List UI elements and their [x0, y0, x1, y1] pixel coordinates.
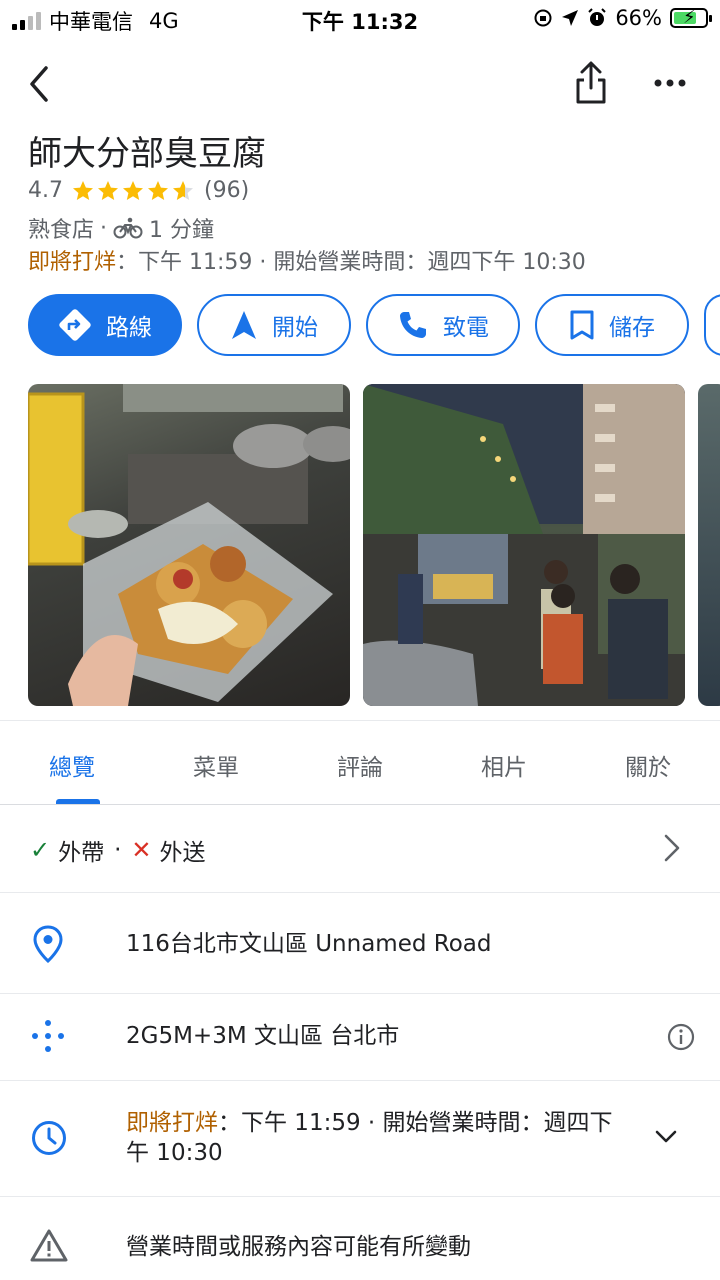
directions-button[interactable]: 路線: [28, 294, 182, 356]
save-button[interactable]: 儲存: [535, 294, 689, 356]
action-buttons: 路線 開始 致電 儲存: [28, 294, 720, 356]
star-icon: [73, 180, 93, 200]
hours-summary[interactable]: 即將打烊：下午 11:59 · 開始營業時間：週四下午 10:30: [28, 244, 586, 276]
chevron-right-icon[interactable]: [662, 832, 682, 864]
travel-time: 1 分鐘: [149, 218, 215, 243]
plus-code-icon: [32, 1020, 64, 1052]
divider: [0, 804, 720, 805]
star-icon: [123, 180, 143, 200]
battery-percent: 66%: [615, 6, 662, 30]
warning-icon: [30, 1229, 68, 1262]
notice-text: 營業時間或服務內容可能有所變動: [126, 1234, 471, 1260]
divider: [0, 1080, 720, 1081]
back-arrow-icon[interactable]: [24, 62, 56, 106]
star-icon: [98, 180, 118, 200]
call-label: 致電: [443, 315, 489, 341]
call-button[interactable]: 致電: [366, 294, 520, 356]
hours-line2: 午 10:30: [126, 1140, 223, 1166]
share-icon[interactable]: [570, 60, 612, 106]
navigation-arrow-icon: [232, 311, 256, 339]
star-icon: [148, 180, 168, 200]
category-row: 熟食店 · 1 分鐘: [28, 212, 214, 244]
tab-about[interactable]: 關於: [576, 740, 720, 804]
divider: [0, 892, 720, 893]
service-options-row[interactable]: ✓ 外帶 · ✕ 外送: [0, 830, 720, 870]
tab-reviews[interactable]: 評論: [288, 740, 432, 804]
chevron-down-icon[interactable]: [654, 1128, 678, 1146]
hours-detail: ：下午 11:59 · 開始營業時間：週四下午 10:30: [116, 250, 586, 275]
photo-night-stall[interactable]: [363, 384, 685, 706]
plus-code-text[interactable]: 2G5M+3M 文山區 台北市: [126, 1021, 399, 1051]
tab-menu[interactable]: 菜單: [144, 740, 288, 804]
cross-icon: ✕: [131, 836, 152, 864]
hours-status: 即將打烊: [126, 1110, 218, 1136]
star-rating: [71, 179, 196, 203]
check-icon: ✓: [30, 836, 51, 864]
address-text[interactable]: 116台北市文山區 Unnamed Road: [126, 929, 491, 959]
rating-value: 4.7: [28, 178, 63, 203]
alarm-icon: [588, 8, 607, 26]
delivery-label: 外送: [159, 840, 206, 866]
location-arrow-icon: [562, 10, 579, 26]
status-bar: 中華電信 4G 下午 11:32 66% ⚡: [0, 0, 720, 38]
tab-bar: 總覽 菜單 評論 相片 關於: [0, 740, 720, 804]
save-label: 儲存: [609, 315, 655, 341]
divider: [0, 1196, 720, 1197]
phone-icon: [400, 312, 426, 338]
photo-partial[interactable]: [698, 384, 720, 706]
separator: ·: [100, 215, 108, 241]
clock-icon: [32, 1121, 66, 1155]
directions-icon: [59, 309, 91, 341]
hours-line1: ：下午 11:59 · 開始營業時間：週四下: [218, 1110, 613, 1136]
review-count: (96): [204, 178, 250, 203]
rotation-lock-icon: [534, 9, 552, 27]
more-options-icon[interactable]: [650, 70, 690, 96]
hours-text[interactable]: 即將打烊：下午 11:59 · 開始營業時間：週四下 午 10:30: [126, 1108, 646, 1168]
battery-icon: ⚡: [670, 7, 712, 28]
directions-label: 路線: [106, 315, 152, 341]
separator: ·: [114, 837, 122, 863]
divider: [0, 720, 720, 721]
divider: [0, 993, 720, 994]
takeout-label: 外帶: [58, 840, 105, 866]
place-title: 師大分部臭豆腐: [28, 134, 266, 174]
bookmark-icon: [570, 310, 594, 340]
category-label: 熟食店: [28, 218, 95, 243]
tab-overview[interactable]: 總覽: [0, 740, 144, 804]
hours-status: 即將打烊: [28, 250, 117, 275]
info-icon[interactable]: [667, 1023, 695, 1051]
bicycle-icon: [113, 217, 143, 239]
more-actions-button[interactable]: [704, 294, 720, 356]
photo-food[interactable]: [28, 384, 350, 706]
start-label: 開始: [272, 315, 318, 341]
location-pin-icon: [33, 925, 63, 964]
start-button[interactable]: 開始: [197, 294, 351, 356]
half-star-icon: [173, 180, 193, 200]
rating-row[interactable]: 4.7 (96): [28, 178, 249, 203]
tab-photos[interactable]: 相片: [432, 740, 576, 804]
